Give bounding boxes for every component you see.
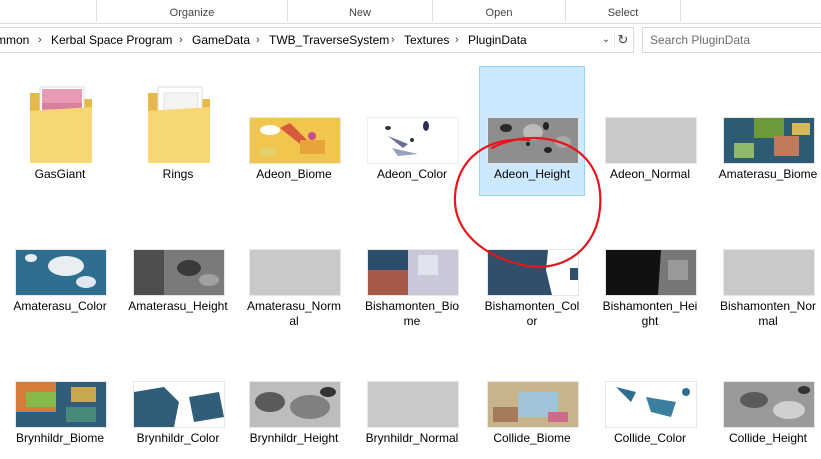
file-item-brynhildr-biome[interactable]: Brynhildr_Biome bbox=[8, 331, 112, 459]
item-label: Rings bbox=[162, 167, 194, 181]
file-item-bishamonten-height[interactable]: Bishamonten_Height bbox=[598, 199, 702, 328]
file-item-bishamonten-biome[interactable]: Bishamonten_Biome bbox=[360, 199, 464, 328]
item-label: Adeon_Normal bbox=[609, 167, 691, 181]
file-item-amaterasu-height[interactable]: Amaterasu_Height bbox=[126, 199, 230, 327]
item-label: Bishamonten_Normal bbox=[719, 299, 817, 328]
image-thumbnail bbox=[133, 381, 225, 428]
item-label: GasGiant bbox=[34, 167, 86, 181]
file-item-collide-color[interactable]: Collide_Color bbox=[598, 331, 702, 459]
ribbon-group-new[interactable]: New bbox=[287, 0, 432, 22]
image-thumbnail bbox=[249, 381, 341, 428]
file-item-bishamonten-normal[interactable]: Bishamonten_Normal bbox=[716, 199, 820, 328]
file-item-bishamonten-color[interactable]: Bishamonten_Color bbox=[480, 199, 584, 328]
image-thumbnail bbox=[15, 249, 107, 296]
item-label: Adeon_Height bbox=[493, 167, 571, 181]
search-input[interactable]: Search PluginData bbox=[650, 28, 750, 52]
image-thumbnail bbox=[367, 249, 459, 296]
refresh-icon[interactable]: ↻ bbox=[614, 32, 631, 48]
ribbon-group-organize[interactable]: Organize bbox=[96, 0, 287, 22]
image-thumbnail bbox=[487, 381, 579, 428]
breadcrumb-separator-icon[interactable]: › bbox=[179, 28, 183, 52]
file-item-brynhildr-normal[interactable]: Brynhildr_Normal bbox=[360, 331, 464, 459]
item-label: Brynhildr_Normal bbox=[365, 431, 459, 445]
folder-icon bbox=[30, 86, 92, 163]
item-label: Amaterasu_Height bbox=[128, 299, 228, 313]
address-bar[interactable]: mmon › Kerbal Space Program › GameData ›… bbox=[0, 27, 634, 53]
image-thumbnail bbox=[367, 117, 459, 164]
file-item-amaterasu-normal[interactable]: Amaterasu_Normal bbox=[242, 199, 346, 328]
item-label: Amaterasu_Color bbox=[13, 299, 107, 313]
breadcrumb-item[interactable]: mmon bbox=[0, 28, 29, 52]
image-thumbnail bbox=[487, 117, 579, 164]
item-label: Collide_Color bbox=[613, 431, 687, 445]
file-item-collide-biome[interactable]: Collide_Biome bbox=[480, 331, 584, 459]
breadcrumb-item[interactable]: GameData bbox=[192, 28, 250, 52]
item-label: Adeon_Color bbox=[376, 167, 448, 181]
file-item-adeon-color[interactable]: Adeon_Color bbox=[360, 67, 464, 195]
breadcrumb-separator-icon[interactable]: › bbox=[455, 28, 459, 52]
file-item-brynhildr-height[interactable]: Brynhildr_Height bbox=[242, 331, 346, 459]
image-thumbnail bbox=[249, 117, 341, 164]
breadcrumb-item[interactable]: Textures bbox=[404, 28, 449, 52]
item-label: Amaterasu_Biome bbox=[718, 167, 818, 181]
breadcrumb-item[interactable]: TWB_TraverseSystem bbox=[269, 28, 389, 52]
file-item-adeon-normal[interactable]: Adeon_Normal bbox=[598, 67, 702, 195]
folder-item-gasgiant[interactable]: GasGiant bbox=[8, 67, 112, 195]
item-label: Adeon_Biome bbox=[256, 167, 332, 181]
image-thumbnail bbox=[133, 249, 225, 296]
ribbon-group-open[interactable]: Open bbox=[432, 0, 565, 22]
item-label: Brynhildr_Biome bbox=[15, 431, 105, 445]
image-thumbnail bbox=[723, 117, 815, 164]
item-label: Collide_Biome bbox=[493, 431, 571, 445]
image-thumbnail bbox=[605, 117, 697, 164]
image-thumbnail bbox=[15, 381, 107, 428]
breadcrumb-item[interactable]: Kerbal Space Program bbox=[51, 28, 172, 52]
item-label: Brynhildr_Height bbox=[249, 431, 339, 445]
chevron-down-icon[interactable]: ⌄ bbox=[600, 28, 612, 52]
file-item-amaterasu-biome[interactable]: Amaterasu_Biome bbox=[716, 67, 820, 195]
breadcrumb-separator-icon[interactable]: › bbox=[391, 28, 395, 52]
image-thumbnail bbox=[605, 381, 697, 428]
address-row: mmon › Kerbal Space Program › GameData ›… bbox=[0, 27, 821, 53]
breadcrumb-separator-icon[interactable]: › bbox=[38, 28, 42, 52]
image-thumbnail bbox=[367, 381, 459, 428]
item-label: Bishamonten_Biome bbox=[364, 299, 460, 328]
image-thumbnail bbox=[723, 381, 815, 428]
item-label: Amaterasu_Normal bbox=[246, 299, 342, 328]
search-box[interactable]: Search PluginData bbox=[642, 27, 821, 53]
item-label: Brynhildr_Color bbox=[136, 431, 220, 445]
breadcrumb-item[interactable]: PluginData bbox=[468, 28, 527, 52]
ribbon: Organize New Open Select bbox=[0, 0, 821, 24]
file-item-amaterasu-color[interactable]: Amaterasu_Color bbox=[8, 199, 112, 327]
item-label: Bishamonten_Height bbox=[602, 299, 698, 328]
image-thumbnail bbox=[723, 249, 815, 296]
item-label: Bishamonten_Color bbox=[484, 299, 580, 328]
image-thumbnail bbox=[487, 249, 579, 296]
file-item-collide-height[interactable]: Collide_Height bbox=[716, 331, 820, 459]
folder-item-rings[interactable]: Rings bbox=[126, 67, 230, 195]
folder-icon bbox=[148, 86, 210, 163]
file-item-brynhildr-color[interactable]: Brynhildr_Color bbox=[126, 331, 230, 459]
file-list: GasGiant Rings Adeon_Biome Adeon_Color A… bbox=[0, 55, 821, 459]
breadcrumb-separator-icon[interactable]: › bbox=[256, 28, 260, 52]
image-thumbnail bbox=[605, 249, 697, 296]
ribbon-group-select[interactable]: Select bbox=[565, 0, 681, 22]
image-thumbnail bbox=[249, 249, 341, 296]
file-item-adeon-biome[interactable]: Adeon_Biome bbox=[242, 67, 346, 195]
item-label: Collide_Height bbox=[728, 431, 808, 445]
file-item-adeon-height[interactable]: Adeon_Height bbox=[479, 66, 585, 196]
